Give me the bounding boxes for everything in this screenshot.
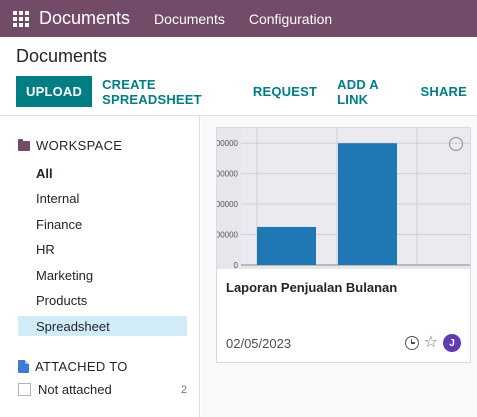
sidebar-item-internal[interactable]: Internal — [18, 188, 187, 208]
sidebar-item-products[interactable]: Products — [18, 290, 187, 310]
folder-icon — [18, 138, 30, 151]
workspace-heading-label: WORKSPACE — [36, 138, 123, 153]
app-grid-icon[interactable] — [13, 10, 29, 27]
page-title: Documents — [16, 46, 108, 66]
request-button[interactable]: REQUEST — [243, 76, 327, 107]
sidebar-item-hr[interactable]: HR — [18, 239, 187, 259]
document-date: 02/05/2023 — [226, 336, 292, 351]
create-spreadsheet-button[interactable]: CREATE SPREADSHEET — [92, 76, 243, 107]
attached-heading-label: ATTACHED TO — [35, 359, 128, 374]
share-button[interactable]: SHARE — [410, 76, 477, 107]
y-tick-label-0: 0 — [234, 261, 239, 269]
sidebar: WORKSPACE All Internal Finance HR Market… — [0, 116, 200, 417]
sidebar-item-marketing[interactable]: Marketing — [18, 265, 187, 285]
favorite-star-icon[interactable]: ☆ — [424, 335, 438, 351]
nav-documents[interactable]: Documents — [154, 11, 225, 27]
y-tick-label-4: 00000 — [217, 139, 239, 148]
spreadsheet-thumbnail: 0 00000 00000 00000 00000 — [217, 128, 470, 269]
attached-heading: ATTACHED TO — [18, 359, 128, 374]
not-attached-filter: Not attached 2 — [18, 382, 187, 397]
y-tick-label-2: 00000 — [217, 200, 239, 209]
document-card[interactable]: 0 00000 00000 00000 00000 Laporan Penjualan … — [216, 127, 471, 363]
sidebar-item-all[interactable]: All — [18, 163, 187, 183]
app-name[interactable]: Documents — [39, 8, 130, 29]
y-tick-label-3: 00000 — [217, 170, 239, 179]
file-icon — [18, 360, 29, 373]
select-circle-icon[interactable] — [449, 137, 463, 151]
top-navbar: Documents Documents Configuration — [0, 0, 477, 37]
activity-clock-icon[interactable] — [404, 336, 419, 350]
card-actions: ☆ J — [404, 334, 461, 352]
upload-button[interactable]: UPLOAD — [16, 76, 93, 107]
y-tick-label-1: 00000 — [217, 231, 239, 240]
document-name: Laporan Penjualan Bulanan — [226, 280, 398, 295]
not-attached-count: 2 — [180, 383, 187, 396]
not-attached-label[interactable]: Not attached — [38, 382, 112, 397]
not-attached-checkbox[interactable] — [18, 383, 31, 396]
bar-1 — [338, 143, 397, 265]
bar-0 — [257, 226, 316, 265]
workspace-heading: WORKSPACE — [18, 138, 122, 153]
sidebar-item-spreadsheet[interactable]: Spreadsheet — [18, 316, 187, 336]
documents-kanban: 0 00000 00000 00000 00000 Laporan Penjualan … — [201, 116, 477, 417]
avatar: J — [443, 334, 461, 352]
bar-chart: 000000000000000000000 — [217, 128, 470, 269]
nav-configuration[interactable]: Configuration — [249, 11, 332, 27]
action-toolbar: UPLOAD CREATE SPREADSHEET REQUEST ADD A … — [16, 76, 477, 107]
add-link-button[interactable]: ADD A LINK — [327, 76, 410, 107]
sidebar-item-finance[interactable]: Finance — [18, 214, 187, 234]
